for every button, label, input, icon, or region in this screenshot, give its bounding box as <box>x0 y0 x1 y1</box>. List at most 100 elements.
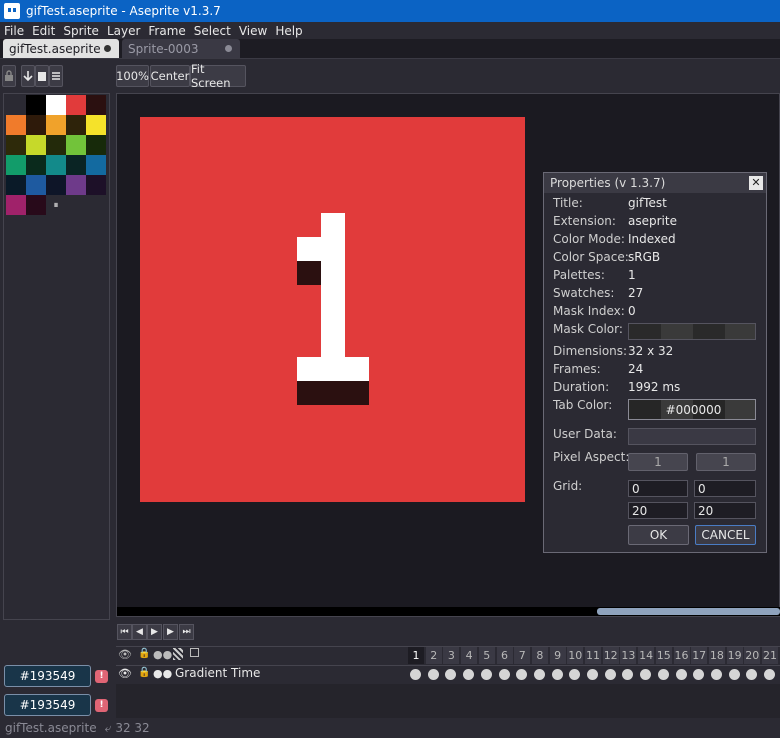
frame-header-4[interactable]: 4 <box>460 647 478 664</box>
frame-header-3[interactable]: 3 <box>442 647 460 664</box>
cel-15[interactable] <box>657 669 669 680</box>
warning-icon[interactable]: ! <box>95 699 108 712</box>
tab-color-button[interactable]: #000000 <box>628 399 756 420</box>
layer-continuous-icon[interactable]: ●● <box>153 667 172 680</box>
grid-y-input[interactable]: 0 <box>694 480 756 497</box>
cel-8[interactable] <box>533 669 545 680</box>
frame-header-13[interactable]: 13 <box>619 647 637 664</box>
horizontal-scrollbar-thumb[interactable] <box>597 608 780 615</box>
pixel-aspect-y[interactable]: 1 <box>696 453 756 471</box>
cel-19[interactable] <box>728 669 740 680</box>
tab-sprite-0003[interactable]: Sprite-0003 <box>122 39 240 58</box>
menu-frame[interactable]: Frame <box>144 24 189 38</box>
palette-swatch[interactable] <box>46 155 66 175</box>
palette-swatch[interactable] <box>86 175 106 195</box>
previous-frame-icon[interactable]: ◀ <box>132 624 147 640</box>
frame-header-19[interactable]: 19 <box>725 647 743 664</box>
palette-swatch[interactable] <box>86 135 106 155</box>
palette-swatch[interactable] <box>66 115 86 135</box>
palette-swatch[interactable] <box>26 135 46 155</box>
background-color-button[interactable]: #193549 <box>4 694 91 716</box>
palette-swatch[interactable] <box>26 195 46 215</box>
grid-width-input[interactable]: 20 <box>628 502 688 519</box>
frame-header-17[interactable]: 17 <box>690 647 708 664</box>
frame-header-14[interactable]: 14 <box>637 647 655 664</box>
play-icon[interactable]: ▶ <box>147 624 162 640</box>
cel-21[interactable] <box>764 669 775 680</box>
palette-swatch[interactable] <box>86 115 106 135</box>
frame-header-1[interactable]: 1 <box>407 647 424 664</box>
cel-2[interactable] <box>427 669 439 680</box>
palette-swatch[interactable] <box>86 95 106 115</box>
menu-layer[interactable]: Layer <box>103 24 144 38</box>
palette-swatch[interactable] <box>46 175 66 195</box>
layer-name[interactable]: Gradient Time <box>175 666 260 680</box>
layer-group-icon[interactable] <box>190 648 199 657</box>
zoom-100-button[interactable]: 100% <box>116 65 149 87</box>
frame-header-10[interactable]: 10 <box>566 647 584 664</box>
palette-swatch[interactable] <box>26 155 46 175</box>
menu-edit[interactable]: Edit <box>28 24 59 38</box>
palette-swatch[interactable] <box>46 95 66 115</box>
menu-file[interactable]: File <box>0 24 28 38</box>
frame-header-18[interactable]: 18 <box>707 647 725 664</box>
cel-6[interactable] <box>498 669 510 680</box>
palette-options-down-icon[interactable] <box>21 65 35 87</box>
sort-icon[interactable] <box>35 65 49 87</box>
menu-sprite[interactable]: Sprite <box>59 24 103 38</box>
palette-swatch[interactable] <box>86 155 106 175</box>
palette-swatch[interactable] <box>66 155 86 175</box>
sprite-canvas[interactable] <box>140 117 525 502</box>
continuous-header-icon[interactable]: ●● <box>153 648 172 661</box>
frame-header-8[interactable]: 8 <box>530 647 548 664</box>
frame-header-2[interactable]: 2 <box>424 647 442 664</box>
tab-close-dot-icon[interactable] <box>104 45 111 52</box>
cel-18[interactable] <box>710 669 722 680</box>
frame-header-12[interactable]: 12 <box>601 647 619 664</box>
frame-header-15[interactable]: 15 <box>654 647 672 664</box>
tab-close-dot-icon[interactable] <box>225 45 232 52</box>
palette-swatch[interactable] <box>66 175 86 195</box>
mask-color-button[interactable] <box>628 323 756 340</box>
menu-select[interactable]: Select <box>190 24 235 38</box>
cel-1[interactable] <box>410 669 421 680</box>
frame-header-9[interactable]: 9 <box>548 647 566 664</box>
next-frame-icon[interactable]: ▶ <box>163 624 178 640</box>
frame-header-6[interactable]: 6 <box>495 647 513 664</box>
warning-icon[interactable]: ! <box>95 670 108 683</box>
grid-x-input[interactable]: 0 <box>628 480 688 497</box>
palette-swatch[interactable] <box>46 115 66 135</box>
lock-header-icon[interactable]: 🔒 <box>138 648 150 659</box>
fit-screen-button[interactable]: Fit Screen <box>190 62 246 90</box>
pixel-aspect-x[interactable]: 1 <box>628 453 688 471</box>
frame-header-20[interactable]: 20 <box>743 647 761 664</box>
frame-header-16[interactable]: 16 <box>672 647 690 664</box>
palette-swatch[interactable] <box>66 95 86 115</box>
grid-height-input[interactable]: 20 <box>694 502 756 519</box>
menu-help[interactable]: Help <box>271 24 306 38</box>
cancel-button[interactable]: CANCEL <box>695 525 756 545</box>
first-frame-icon[interactable]: ⏮ <box>117 624 132 640</box>
palette-swatch[interactable] <box>66 135 86 155</box>
cel-12[interactable] <box>604 669 616 680</box>
visibility-header-eye-icon[interactable]: 👁 <box>118 648 132 661</box>
cel-9[interactable] <box>551 669 563 680</box>
foreground-color-button[interactable]: #193549 <box>4 665 91 687</box>
palette-swatch[interactable] <box>46 135 66 155</box>
palette-swatch[interactable] <box>26 175 46 195</box>
close-icon[interactable]: ✕ <box>749 176 763 190</box>
menu-lines-icon[interactable] <box>49 65 63 87</box>
palette-swatch[interactable] <box>6 135 26 155</box>
layer-visibility-eye-icon[interactable]: 👁 <box>118 667 132 680</box>
palette-swatch[interactable] <box>6 175 26 195</box>
cel-5[interactable] <box>480 669 492 680</box>
frame-header-7[interactable]: 7 <box>513 647 531 664</box>
layer-lock-icon[interactable]: 🔒 <box>138 667 150 678</box>
palette-swatch[interactable] <box>6 115 26 135</box>
tab-giftest[interactable]: gifTest.aseprite <box>3 39 119 58</box>
palette-swatch[interactable] <box>26 115 46 135</box>
palette-swatch[interactable] <box>6 195 26 215</box>
cel-11[interactable] <box>587 669 598 680</box>
pause-icon[interactable]: ⏸ <box>46 195 66 215</box>
frame-header-21[interactable]: 21 <box>761 647 778 664</box>
